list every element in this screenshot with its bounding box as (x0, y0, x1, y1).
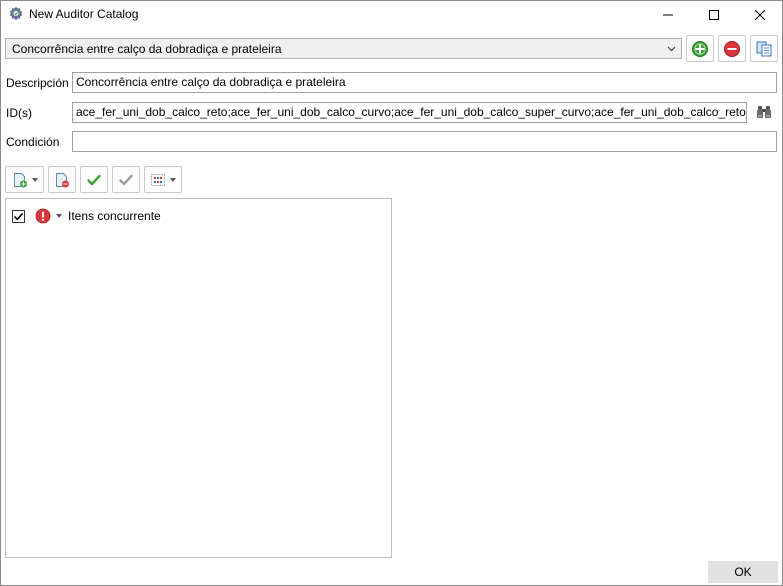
add-catalog-button[interactable] (686, 35, 714, 62)
uncheck-all-button[interactable] (112, 166, 140, 193)
delete-document-icon (56, 172, 69, 187)
minimize-icon (663, 14, 673, 16)
description-input[interactable]: Concorrência entre calço da dobradiça e … (72, 72, 777, 93)
find-ids-button[interactable] (751, 99, 777, 125)
minimize-button[interactable] (645, 1, 691, 29)
title-bar: New Auditor Catalog (1, 1, 782, 29)
chevron-down-icon (56, 214, 62, 218)
chevron-down-icon (667, 46, 676, 52)
chevron-down-icon (170, 177, 176, 182)
plus-circle-icon (692, 40, 708, 57)
maximize-icon (709, 10, 719, 20)
copy-catalog-button[interactable] (750, 35, 778, 62)
close-button[interactable] (737, 1, 783, 29)
catalog-dropdown-value: Concorrência entre calço da dobradiça e … (12, 41, 282, 56)
tree-item-label: Itens concurrente (68, 209, 161, 223)
tree-item-checkbox[interactable] (12, 209, 25, 223)
auditor-catalog-icon (8, 6, 24, 22)
auditor-catalog-window: New Auditor Catalog Concorrência entre c… (0, 0, 783, 586)
error-icon (35, 208, 51, 224)
maximize-button[interactable] (691, 1, 737, 29)
binoculars-icon (757, 106, 771, 118)
ids-input[interactable]: ace_fer_uni_dob_calco_reto;ace_fer_uni_d… (72, 102, 747, 123)
check-all-button[interactable] (80, 166, 108, 193)
tree-item[interactable]: Itens concurrente (12, 207, 161, 225)
checkmark-gray-icon (119, 174, 133, 185)
ok-button[interactable]: OK (708, 561, 778, 583)
remove-rule-button[interactable] (48, 166, 76, 193)
catalog-dropdown[interactable]: Concorrência entre calço da dobradiça e … (5, 38, 682, 59)
condition-input[interactable] (72, 131, 777, 152)
rules-tree: Itens concurrente (5, 198, 392, 558)
new-document-icon (13, 172, 27, 187)
checkmark-green-icon (87, 174, 101, 185)
description-label: Descripción (6, 76, 69, 90)
selection-grid-icon (151, 173, 165, 186)
select-options-button[interactable] (144, 166, 182, 193)
close-icon (755, 10, 765, 20)
chevron-down-icon (31, 177, 38, 182)
severity-selector[interactable] (35, 208, 62, 224)
minus-circle-icon (724, 40, 740, 57)
condition-label: Condición (6, 135, 60, 149)
checkmark-icon (13, 212, 24, 220)
remove-catalog-button[interactable] (718, 35, 746, 62)
add-rule-button[interactable] (5, 166, 44, 193)
copy-icon (756, 41, 772, 56)
window-title: New Auditor Catalog (29, 7, 139, 21)
ids-label: ID(s) (6, 106, 32, 120)
